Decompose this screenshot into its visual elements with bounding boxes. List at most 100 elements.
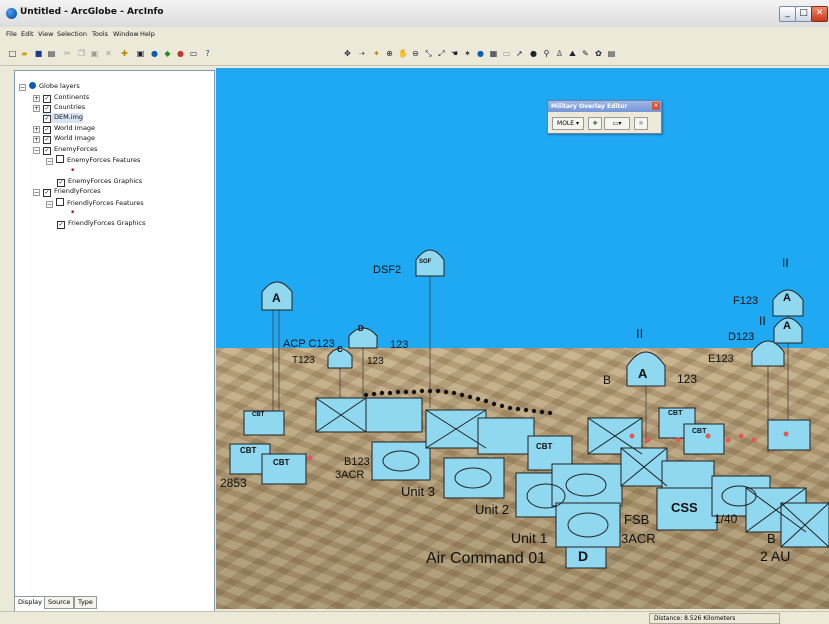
walk-icon[interactable]: ♙ [555,49,564,58]
unit-box-2 [365,397,423,433]
unit-symbol-a-5 [751,340,785,367]
add-symbol-icon[interactable]: ✚ [588,117,602,130]
paste-icon[interactable]: ▣ [90,49,99,58]
measure-icon[interactable]: ▭ [502,49,511,58]
toc-root[interactable]: − Globe layers [19,82,80,91]
zoom-out-icon[interactable]: ⊖ [411,49,420,58]
label-123-b: 123 [367,356,384,367]
minimize-button[interactable]: _ [779,6,796,22]
earth-icon[interactable]: ● [476,49,485,58]
menu-help[interactable]: Help [140,30,155,38]
toc-layer-friendlyforces[interactable]: − ✓ FriendlyForces [33,187,101,197]
globe-layers-icon [29,82,36,89]
tab-type[interactable]: Type [74,596,97,609]
tab-display[interactable]: Display [14,596,46,608]
menu-window[interactable]: Window [113,30,139,38]
toc-layer-dem[interactable]: ✓ DEM.img [43,113,84,123]
menu-file[interactable]: File [6,30,17,38]
label-ii-a: II [636,326,644,341]
globe-view[interactable]: DSF2 SOF A D C ACP C123 T123 123 123 A I… [216,68,829,609]
toc-layer-world-image-2[interactable]: + ✓ World Image [33,134,95,144]
scene-icon[interactable]: ▦ [489,49,498,58]
unit-box-10 [555,502,621,548]
label-f123: F123 [733,295,759,307]
label-css: CSS [671,500,698,515]
add-data-icon[interactable]: ✚ [120,49,129,58]
maximize-button[interactable]: □ [795,6,812,22]
label-a-3: A [783,292,791,304]
menu-tools[interactable]: Tools [92,30,108,38]
layer-icon[interactable]: ◆ [163,49,172,58]
open-folder-icon[interactable]: ▰ [20,49,29,58]
pencil-icon[interactable]: ✎ [581,49,590,58]
distance-readout: Distance: 8.526 Kilometers [649,613,780,624]
tab-source[interactable]: Source [44,596,75,609]
label-cbt-1: CBT [252,412,265,418]
identify-icon[interactable]: ● [529,49,538,58]
observer-icon[interactable]: ⛰ [568,49,577,58]
toc-layer-friendlyforces-graphics[interactable]: ✓ FriendlyForces Graphics [57,219,145,229]
label-ii-c: II [759,314,766,328]
menu-edit[interactable]: Edit [21,30,34,38]
toc-layer-continents[interactable]: + ✓ Continents [33,93,89,103]
label-unit-1: Unit 1 [511,530,548,546]
new-document-icon[interactable]: □ [8,49,17,58]
zoom-in-icon[interactable]: ⊕ [385,49,394,58]
label-sof: SOF [419,259,432,265]
label-a-2: A [638,366,648,381]
label-a-4: A [783,320,791,332]
label-123-c: 123 [677,372,698,386]
label-t123: T123 [292,355,315,366]
label-c-1: C [337,345,343,354]
military-overlay-editor[interactable]: Military Overlay Editor ✕ MOLE ▾ ✚ ▭▾ ✱ [547,100,662,134]
mole-dropdown[interactable]: MOLE ▾ [552,117,584,130]
hand-icon[interactable]: ☚ [450,49,459,58]
label-cbt-2: CBT [240,446,257,455]
full-extent-icon[interactable]: ▣ [136,49,145,58]
spin-icon[interactable]: ✶ [463,49,472,58]
page-icon[interactable]: ▤ [607,49,616,58]
close-button[interactable]: ✕ [811,6,828,22]
copy-icon[interactable]: ❐ [77,49,86,58]
toc-layer-friendlyforces-features[interactable]: − FriendlyForces Features [46,198,144,208]
save-icon[interactable]: ■ [34,49,43,58]
unit-box-6 [477,417,535,455]
toc-layer-enemyforces-features[interactable]: − EnemyForces Features [46,155,140,165]
cut-icon[interactable]: ✂ [63,49,72,58]
whats-this-help-icon[interactable]: ? [203,49,212,58]
symbol-picker-icon[interactable]: ▭▾ [604,117,630,130]
select-arrow-icon[interactable]: ➚ [515,49,524,58]
label-cbt-5: CBT [668,410,683,417]
target-icon[interactable]: ✦ [372,49,381,58]
menu-bar: File Edit View Selection Tools Window He… [0,27,829,41]
label-b-a: B [603,373,612,387]
full-extent-globe-icon[interactable]: ⤡ [424,49,433,58]
toc-layer-countries[interactable]: + ✓ Countries [33,103,85,113]
animation-icon[interactable]: ✿ [594,49,603,58]
window-icon[interactable]: ▭ [189,49,198,58]
find-icon[interactable]: ⚲ [542,49,551,58]
table-of-contents: − Globe layers + ✓ Continents + ✓ Countries ✓… [14,70,215,612]
toc-layer-world-image-1[interactable]: + ✓ World Image [33,124,95,134]
label-b-b: B [767,531,776,546]
fixed-zoom-icon[interactable]: ⤢ [437,49,446,58]
globe-icon[interactable]: ● [150,49,159,58]
label-a-1: A [272,291,281,305]
toc-layer-enemyforces[interactable]: − ✓ EnemyForces [33,145,97,155]
label-d-1: D [358,324,364,333]
unit-box-3 [371,441,431,481]
toolbox-icon[interactable]: ● [176,49,185,58]
fly-icon[interactable]: ➝ [357,49,366,58]
navigate-icon[interactable]: ✥ [343,49,352,58]
enemy-point-symbol-icon: • [70,166,76,176]
settings-icon[interactable]: ✱ [634,117,648,130]
print-icon[interactable]: ▤ [47,49,56,58]
menu-selection[interactable]: Selection [57,30,87,38]
toc-layer-enemyforces-graphics[interactable]: ✓ EnemyForces Graphics [57,177,142,187]
unit-box-8 [551,463,623,507]
menu-view[interactable]: View [38,30,53,38]
label-fsb: FSB [624,512,650,527]
pan-icon[interactable]: ✋ [398,49,408,58]
mo-editor-close-icon[interactable]: ✕ [652,102,660,110]
delete-icon[interactable]: ✕ [104,49,113,58]
